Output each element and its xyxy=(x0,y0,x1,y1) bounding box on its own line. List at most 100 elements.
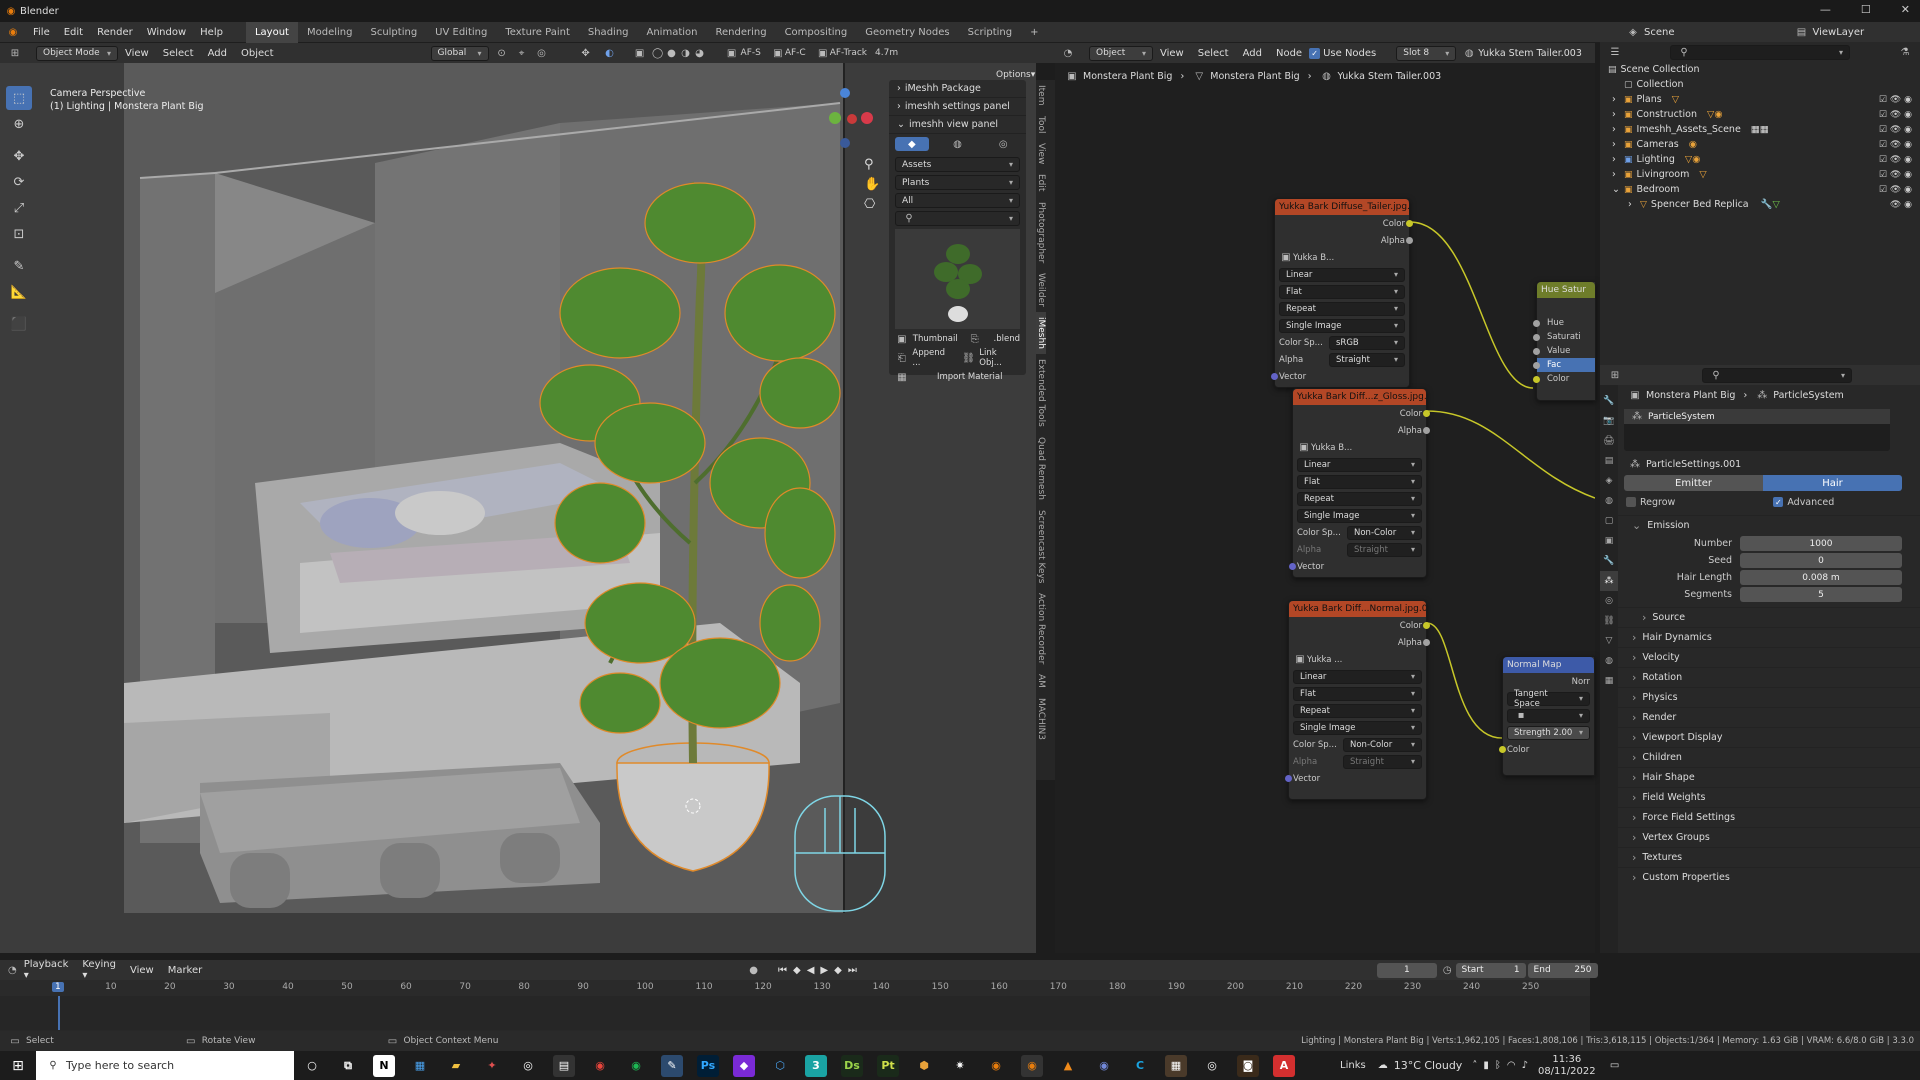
asset-thumbnail[interactable] xyxy=(895,229,1020,329)
bluetooth-icon[interactable]: ᛒ xyxy=(1495,1060,1501,1071)
acrobat-icon[interactable]: A xyxy=(1273,1054,1295,1077)
taskbar-clock[interactable]: 11:36 08/11/2022 xyxy=(1538,1054,1596,1078)
particle-settings-row[interactable]: ⁂ ParticleSettings.001 xyxy=(1618,455,1920,473)
viewport-display-panel[interactable]: Viewport Display xyxy=(1618,727,1920,747)
tab-layout[interactable]: Layout xyxy=(245,21,298,43)
blend-button[interactable]: .blend xyxy=(994,334,1020,344)
spotify-icon[interactable]: ◉ xyxy=(625,1055,647,1077)
color-input-socket[interactable] xyxy=(1499,746,1506,753)
outliner-plans[interactable]: › ▣ Plans ▽ ☑ 👁 ◉ xyxy=(1600,92,1920,107)
node-title[interactable]: Yukka Bark Diff...z_Gloss.jpg.003 xyxy=(1293,389,1426,405)
extension-select[interactable]: Repeat xyxy=(1293,703,1422,718)
editor-type-icon[interactable]: ⊞ xyxy=(8,46,22,60)
timeline-track[interactable] xyxy=(0,996,1590,1030)
menu-help[interactable]: Help xyxy=(193,27,230,38)
af-c-toggle[interactable]: AF-C xyxy=(785,48,806,58)
menu-window[interactable]: Window xyxy=(140,27,193,38)
outliner-spencer-bed[interactable]: › ▽ Spencer Bed Replica 🔧▽ 👁 ◉ xyxy=(1600,197,1920,212)
camera-af-icon[interactable]: ▣ xyxy=(725,46,739,60)
data-tab-icon[interactable]: ▽ xyxy=(1600,631,1618,651)
timeline[interactable]: ◔ Playback ▾ Keying ▾ View Marker ● ⏮ ◆ … xyxy=(0,959,1598,1040)
normal-map-node[interactable]: Normal Map Norr Tangent Space ▪ Strength… xyxy=(1499,656,1595,776)
tab-texture-paint[interactable]: Texture Paint xyxy=(496,22,579,43)
advanced-checkbox[interactable]: ✓ xyxy=(1773,497,1784,507)
source-select[interactable]: Single Image xyxy=(1279,318,1405,333)
vp-menu-add[interactable]: Add xyxy=(201,48,234,59)
vertex-groups-panel[interactable]: Vertex Groups xyxy=(1618,827,1920,847)
output-tab-icon[interactable]: 🖨 xyxy=(1600,431,1618,451)
record-icon[interactable]: ● xyxy=(749,963,758,977)
image-texture-node-gloss[interactable]: Yukka Bark Diff...z_Gloss.jpg.003 Color … xyxy=(1289,388,1430,578)
node-title[interactable]: Normal Map xyxy=(1503,657,1594,673)
normal-space-select[interactable]: Tangent Space xyxy=(1507,689,1590,709)
hue-row[interactable]: Hue xyxy=(1533,316,1595,330)
windows-start-icon[interactable]: ⊞ xyxy=(0,1058,36,1074)
outliner-cameras[interactable]: › ▣ Cameras ◉ ☑ 👁 ◉ xyxy=(1600,137,1920,152)
hue-saturation-node[interactable]: Hue Satur Hue Saturati Value Fac Color xyxy=(1533,281,1596,401)
filter-select[interactable]: All xyxy=(895,193,1020,208)
material-asset-icon[interactable]: ◍ xyxy=(941,137,975,151)
emitter-button[interactable]: Emitter xyxy=(1624,475,1763,491)
node-editor-type-icon[interactable]: ◔ xyxy=(1061,46,1075,60)
pivot-icon[interactable]: ⊙ xyxy=(495,46,509,60)
scene-name[interactable]: Scene xyxy=(1644,27,1675,38)
taskbar-links[interactable]: Links xyxy=(1340,1060,1366,1071)
calculator-icon[interactable]: ▤ xyxy=(553,1054,575,1077)
source-select[interactable]: Single Image xyxy=(1293,720,1422,735)
filter-icon[interactable]: ⚗ xyxy=(1898,45,1912,59)
material-tab-icon[interactable]: ◍ xyxy=(1600,651,1618,671)
scene-tab-icon[interactable]: ◈ xyxy=(1600,471,1618,491)
outliner-lighting[interactable]: › ▣ Lighting ▽◉ ☑ 👁 ◉ xyxy=(1600,152,1920,167)
prev-key-icon[interactable]: ◆ xyxy=(793,965,801,976)
af-c-icon[interactable]: ▣ xyxy=(771,46,785,60)
vtab-edit[interactable]: Edit xyxy=(1036,169,1046,196)
overlay-icon[interactable]: ◐ xyxy=(603,46,617,60)
notion-icon[interactable]: N xyxy=(373,1054,395,1077)
hair-button[interactable]: Hair xyxy=(1763,475,1902,491)
vector-input-socket[interactable] xyxy=(1289,563,1296,570)
jump-start-icon[interactable]: ⏮ xyxy=(778,965,787,976)
vector-input-socket[interactable] xyxy=(1271,373,1278,380)
maximize-icon[interactable]: ☐ xyxy=(1861,3,1871,16)
source-subpanel[interactable]: Source xyxy=(1618,607,1920,627)
modifier-tab-icon[interactable]: 🔧 xyxy=(1600,551,1618,571)
play-reverse-icon[interactable]: ◀ xyxy=(807,965,815,976)
cursor-tool-icon[interactable]: ⊕ xyxy=(6,112,32,136)
app-icon-7[interactable]: C xyxy=(1129,1055,1151,1077)
file-explorer-icon[interactable]: ▰ xyxy=(445,1055,467,1077)
object-tab-icon[interactable]: ▣ xyxy=(1600,531,1618,551)
tab-rendering[interactable]: Rendering xyxy=(706,22,775,43)
material-name[interactable]: Yukka Stem Tailer.003 xyxy=(1478,48,1582,59)
chrome-icon-1[interactable]: ◎ xyxy=(517,1055,539,1077)
app-icon-8[interactable]: ▦ xyxy=(1165,1054,1187,1077)
tab-compositing[interactable]: Compositing xyxy=(776,22,857,43)
image-texture-node-normal[interactable]: Yukka Bark Diff...Normal.jpg.003 Color A… xyxy=(1285,600,1430,800)
chrome-icon[interactable]: ◉ xyxy=(589,1055,611,1077)
seed-field[interactable]: 0 xyxy=(1740,553,1902,568)
viewlayer-icon[interactable]: ▤ xyxy=(1795,25,1809,39)
particle-system-item[interactable]: ⁂ ParticleSystem xyxy=(1624,409,1890,424)
category-select[interactable]: Assets xyxy=(895,157,1020,172)
extension-select[interactable]: Repeat xyxy=(1279,301,1405,316)
visibility-toggles[interactable]: ☑ 👁 ◉ xyxy=(1879,95,1912,105)
ne-menu-select[interactable]: Select xyxy=(1191,48,1236,59)
tab-shading[interactable]: Shading xyxy=(579,22,638,43)
microsoft-store-icon[interactable]: ▦ xyxy=(409,1055,431,1077)
scene-collection-row[interactable]: ▤ Scene Collection xyxy=(1600,62,1920,77)
tab-scripting[interactable]: Scripting xyxy=(959,22,1021,43)
render-tab-icon[interactable]: 📷 xyxy=(1600,411,1618,431)
color-output-socket[interactable] xyxy=(1423,410,1430,417)
link-icon[interactable]: ⛓ xyxy=(962,351,975,365)
vtab-photographer[interactable]: Photographer xyxy=(1036,197,1046,268)
rotation-panel[interactable]: Rotation xyxy=(1618,667,1920,687)
app-icon-1[interactable]: ✦ xyxy=(481,1055,503,1077)
menu-file[interactable]: File xyxy=(26,27,57,38)
strength-field[interactable]: Strength 2.00 xyxy=(1507,725,1590,740)
outliner-construction[interactable]: › ▣ Construction ▽◉ ☑ 👁 ◉ xyxy=(1600,107,1920,122)
vtab-view[interactable]: View xyxy=(1036,138,1046,169)
shader-type-select[interactable]: Object xyxy=(1089,45,1153,61)
scene-icon[interactable]: ◈ xyxy=(1626,25,1640,39)
playhead[interactable] xyxy=(58,996,60,1030)
painter-icon[interactable]: Pt xyxy=(877,1054,899,1077)
interpolation-select[interactable]: Linear xyxy=(1293,669,1422,684)
